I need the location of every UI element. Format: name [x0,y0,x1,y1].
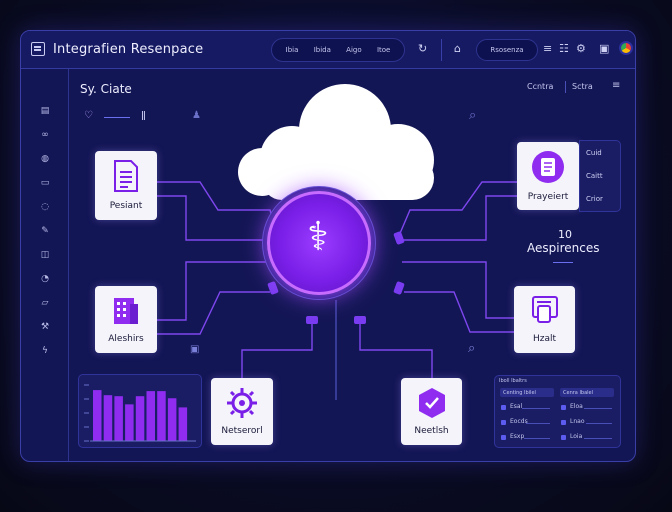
row-line [522,408,550,409]
bar[interactable] [103,395,113,441]
bar[interactable] [146,391,156,441]
row-line [584,408,612,409]
column-header-a[interactable]: Centing Ibilel [500,388,554,397]
list-item[interactable]: Eloa [570,403,583,410]
bar[interactable] [167,398,177,441]
bar[interactable] [135,396,145,441]
bar[interactable] [125,404,134,441]
row-line [584,438,612,439]
list-header: Iboll Ibaltrs [499,378,527,384]
row-line [586,423,612,424]
row-checkbox[interactable] [561,435,566,440]
list-item[interactable]: Esal [510,403,522,410]
row-checkbox[interactable] [501,420,506,425]
page: Integrafien Resenpace Ibia Ibida Aigo It… [0,0,672,512]
bar[interactable] [93,390,102,441]
bar[interactable] [178,407,188,441]
row-checkbox[interactable] [501,435,506,440]
list-item[interactable]: Lnao [570,418,585,425]
bar[interactable] [114,396,123,441]
bar[interactable] [157,391,166,441]
row-checkbox[interactable] [561,405,566,410]
column-header-b[interactable]: Cenra Ibalel [560,388,614,397]
row-line [526,423,550,424]
row-checkbox[interactable] [501,405,506,410]
list-item[interactable]: Esxp [510,433,524,440]
row-line [524,438,550,439]
list-item[interactable]: Loia [570,433,582,440]
row-checkbox[interactable] [561,420,566,425]
